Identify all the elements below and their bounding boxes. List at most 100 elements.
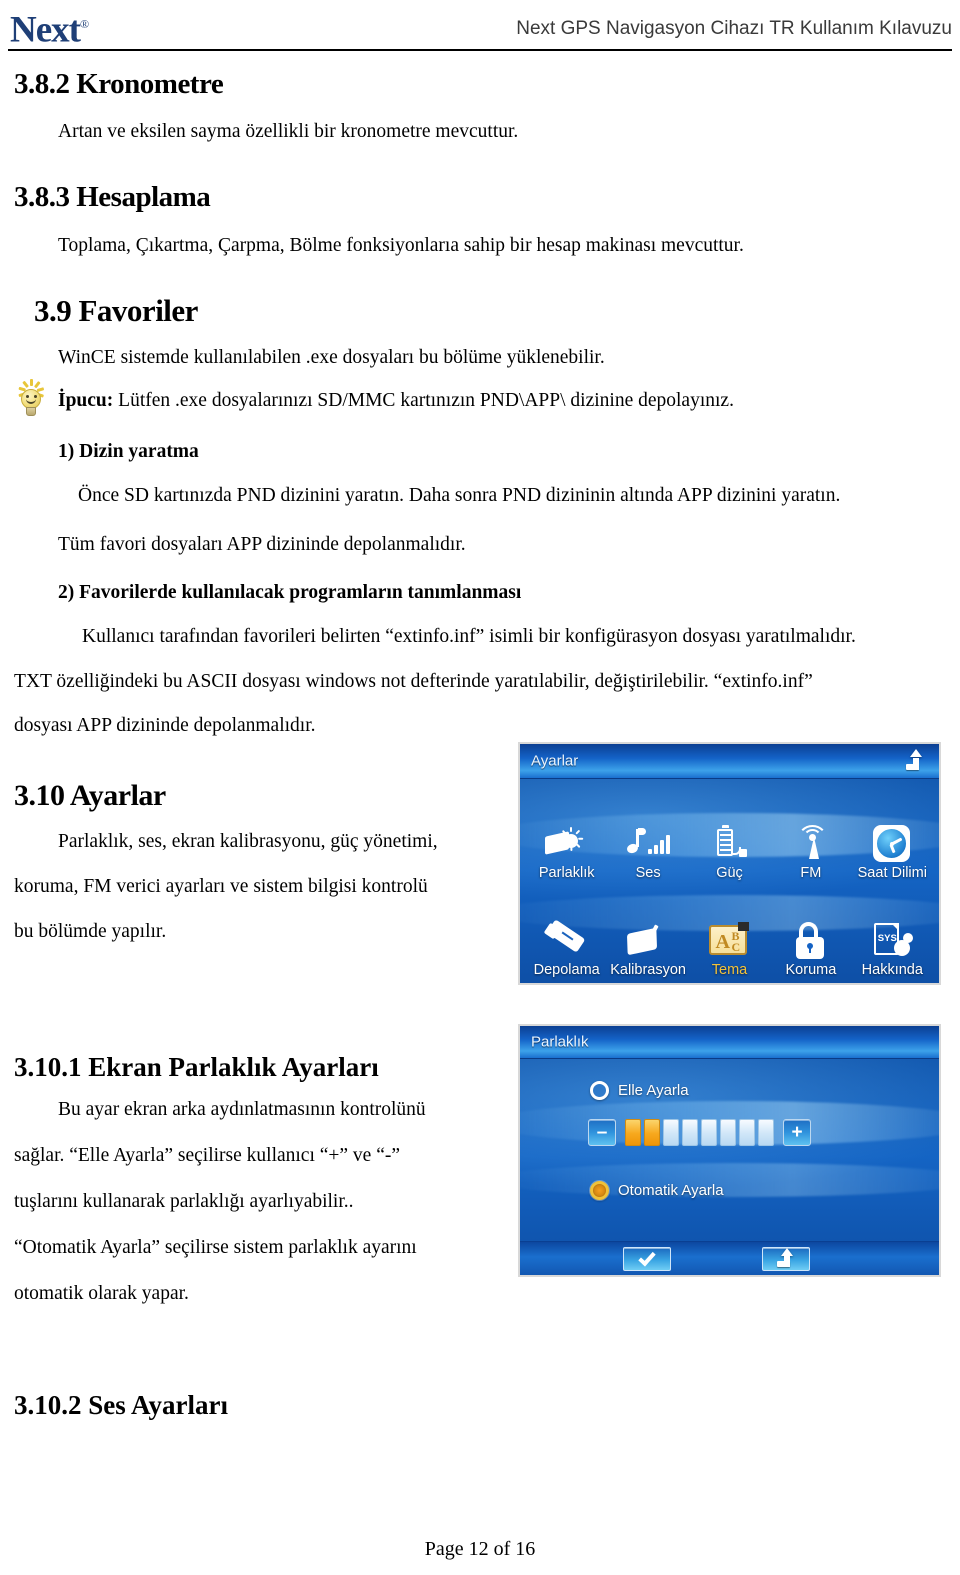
checkmark-icon — [638, 1248, 656, 1266]
power-battery-icon — [689, 824, 770, 864]
settings-label: Güç — [716, 864, 743, 881]
minus-icon: – — [596, 1122, 608, 1143]
brightness-title: Parlaklık — [531, 1033, 589, 1051]
stylus-screen-icon — [607, 921, 688, 961]
theme-abc-icon: A B C — [689, 921, 770, 961]
sys-info-icon: SYS — [852, 921, 933, 961]
settings-label: Saat Dilimi — [857, 864, 927, 881]
settings-titlebar: Ayarlar — [520, 744, 939, 779]
brightness-icon — [526, 824, 607, 864]
settings-screen-screenshot: Ayarlar Parlaklık Ses Güç FM Saat Dilimi… — [518, 742, 941, 985]
page-header: Next® Next GPS Navigasyon Cihazı TR Kull… — [0, 0, 960, 52]
heading-3-9: 3.9 Favoriler — [34, 293, 198, 328]
text-3-10-1-line3: tuşlarını kullanarak parlaklığı ayarlıya… — [14, 1191, 354, 1212]
settings-item-koruma[interactable]: Koruma — [770, 880, 851, 977]
settings-item-parlaklik[interactable]: Parlaklık — [526, 783, 607, 880]
brightness-segment[interactable] — [739, 1119, 755, 1146]
lightbulb-icon — [10, 378, 54, 422]
settings-item-saat-dilimi[interactable]: Saat Dilimi — [852, 783, 933, 880]
text-step-2-line2: TXT özelliğindeki bu ASCII dosyası windo… — [14, 671, 813, 692]
brightness-segment[interactable] — [644, 1119, 660, 1146]
brightness-segment[interactable] — [625, 1119, 641, 1146]
logo-trademark: ® — [79, 17, 89, 31]
fm-antenna-icon — [770, 824, 851, 864]
heading-3-8-3: 3.8.3 Hesaplama — [14, 181, 211, 213]
radio-indicator-manual — [590, 1081, 609, 1100]
settings-label: Ses — [635, 864, 661, 881]
text-step-1: Önce SD kartınızda PND dizinini yaratın.… — [78, 485, 841, 506]
back-button[interactable] — [762, 1247, 810, 1271]
text-3-10-1-line4: “Otomatik Ayarla” seçilirse sistem parla… — [14, 1237, 417, 1258]
brightness-segment[interactable] — [701, 1119, 717, 1146]
heading-3-10-1: 3.10.1 Ekran Parlaklık Ayarları — [14, 1052, 379, 1082]
text-3-10-line2: koruma, FM verici ayarları ve sistem bil… — [14, 876, 428, 897]
brightness-increase-button[interactable]: + — [783, 1119, 811, 1146]
brightness-screen-screenshot: Parlaklık Elle Ayarla – + Otomatik Ayarl… — [518, 1024, 941, 1277]
header-title: Next GPS Navigasyon Cihazı TR Kullanım K… — [516, 18, 952, 39]
tip-text: Lütfen .exe dosyalarınızı SD/MMC kartını… — [113, 390, 734, 411]
text-3-10-1-line5: otomatik olarak yapar. — [14, 1283, 189, 1304]
brightness-segment[interactable] — [663, 1119, 679, 1146]
text-3-10-line3: bu bölümde yapılır. — [14, 921, 167, 942]
text-3-8-2: Artan ve eksilen sayma özellikli bir kro… — [58, 121, 519, 142]
page-footer: Page 12 of 16 — [424, 1538, 536, 1560]
settings-label: Hakkında — [861, 961, 923, 978]
settings-icon-grid: Parlaklık Ses Güç FM Saat Dilimi Depolam… — [520, 779, 939, 983]
clock-icon — [852, 824, 933, 864]
text-3-10-line1: Parlaklık, ses, ekran kalibrasyonu, güç … — [58, 831, 438, 852]
text-3-9: WinCE sistemde kullanılabilen .exe dosya… — [58, 347, 605, 368]
text-step-1-b: Tüm favori dosyaları APP dizininde depol… — [58, 534, 466, 555]
next-logo: Next® — [10, 2, 89, 52]
radio-otomatik-ayarla[interactable]: Otomatik Ayarla — [590, 1181, 724, 1200]
settings-item-fm[interactable]: FM — [770, 783, 851, 880]
brightness-segment[interactable] — [720, 1119, 736, 1146]
tip-label: İpucu: — [58, 390, 114, 411]
radio-label-auto: Otomatik Ayarla — [618, 1182, 724, 1199]
text-step-2-line1: Kullanıcı tarafından favorileri belirten… — [82, 626, 856, 647]
settings-label: Kalibrasyon — [610, 961, 686, 978]
return-arrow-icon — [776, 1248, 796, 1269]
settings-label: Depolama — [533, 961, 600, 978]
brightness-segment[interactable] — [682, 1119, 698, 1146]
text-step-2-line3: dosyası APP dizininde depolanmalıdır. — [14, 715, 316, 736]
brightness-level-control[interactable]: – + — [588, 1119, 811, 1146]
settings-label: Parlaklık — [538, 864, 595, 881]
settings-item-ses[interactable]: Ses — [607, 783, 688, 880]
settings-label: Tema — [711, 961, 748, 978]
sound-icon — [607, 824, 688, 864]
brightness-decrease-button[interactable]: – — [588, 1119, 616, 1146]
settings-label: FM — [800, 864, 822, 881]
heading-3-10: 3.10 Ayarlar — [14, 779, 166, 812]
tip-paragraph: İpucu: Lütfen .exe dosyalarınızı SD/MMC … — [58, 391, 948, 411]
return-arrow-icon — [905, 749, 927, 772]
brightness-segment[interactable] — [758, 1119, 774, 1146]
settings-item-hakkinda[interactable]: SYS Hakkında — [852, 880, 933, 977]
text-3-8-3: Toplama, Çıkartma, Çarpma, Bölme fonksiy… — [58, 235, 744, 256]
brightness-body: Elle Ayarla – + Otomatik Ayarla — [520, 1059, 939, 1275]
settings-item-depolama[interactable]: Depolama — [526, 880, 607, 977]
heading-step-1: 1) Dizin yaratma — [58, 441, 199, 462]
settings-body: Parlaklık Ses Güç FM Saat Dilimi Depolam… — [520, 779, 939, 983]
plus-icon: + — [791, 1122, 803, 1143]
brightness-button-bar — [520, 1241, 939, 1275]
settings-label: Koruma — [785, 961, 837, 978]
usb-storage-icon — [526, 918, 607, 961]
logo-text: Next — [10, 9, 81, 51]
settings-back-button[interactable] — [905, 749, 927, 777]
heading-3-10-2: 3.10.2 Ses Ayarları — [14, 1390, 228, 1420]
settings-item-tema[interactable]: A B C Tema — [689, 880, 770, 977]
lock-icon — [770, 921, 851, 961]
text-3-10-1-line1: Bu ayar ekran arka aydınlatmasının kontr… — [58, 1099, 426, 1120]
settings-title: Ayarlar — [531, 752, 579, 770]
settings-item-guc[interactable]: Güç — [689, 783, 770, 880]
settings-item-kalibrasyon[interactable]: Kalibrasyon — [607, 880, 688, 977]
brightness-titlebar: Parlaklık — [520, 1026, 939, 1059]
heading-step-2: 2) Favorilerde kullanılacak programların… — [58, 582, 522, 603]
radio-label-manual: Elle Ayarla — [618, 1082, 689, 1099]
radio-elle-ayarla[interactable]: Elle Ayarla — [590, 1081, 689, 1100]
radio-indicator-auto — [590, 1181, 609, 1200]
confirm-button[interactable] — [623, 1247, 671, 1271]
heading-3-8-2: 3.8.2 Kronometre — [14, 68, 224, 100]
header-divider — [8, 49, 952, 51]
text-3-10-1-line2: sağlar. “Elle Ayarla” seçilirse kullanıc… — [14, 1145, 401, 1166]
